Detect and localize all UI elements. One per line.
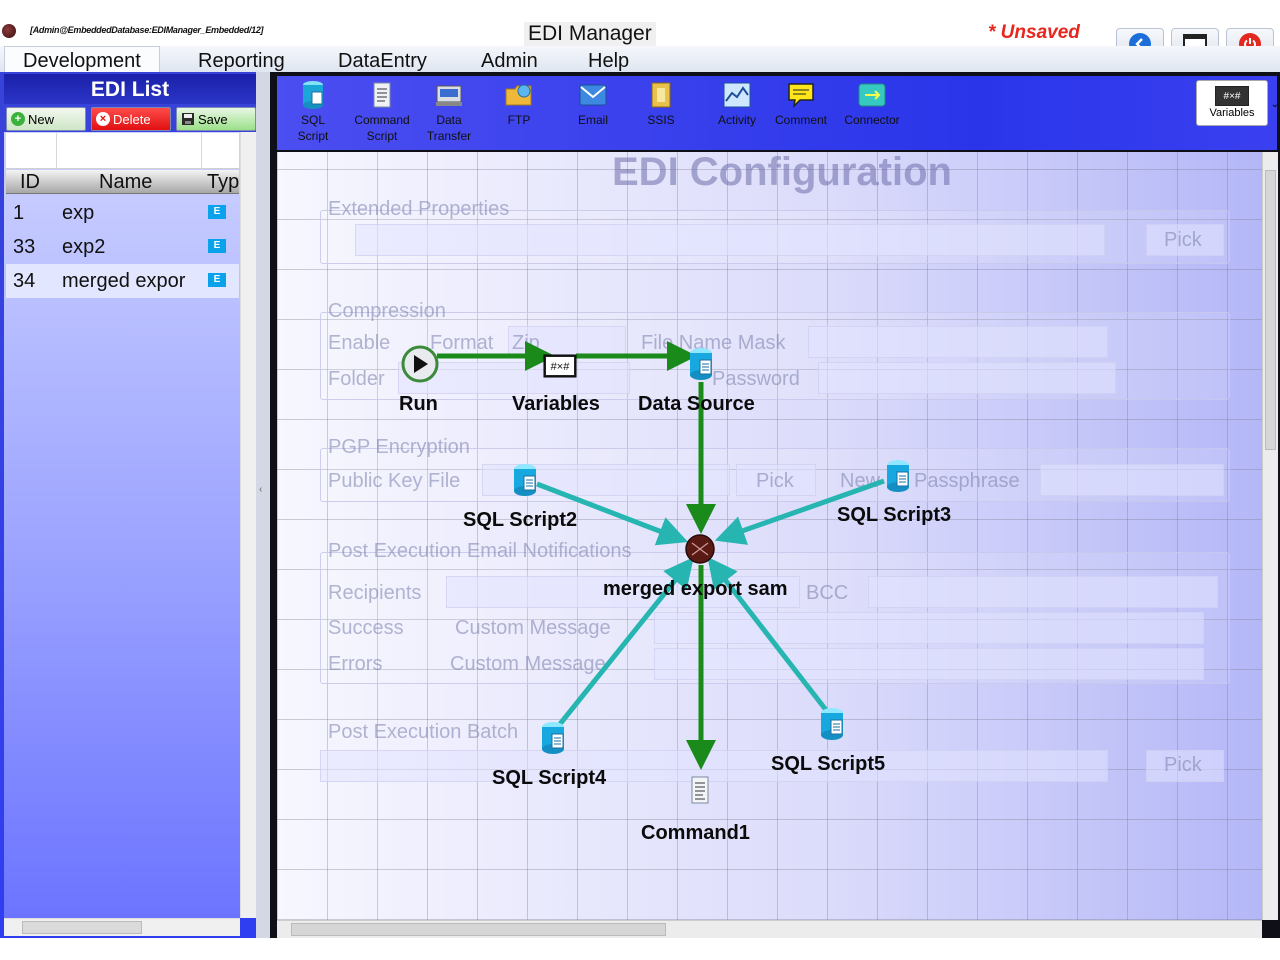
flow-links: #×# xyxy=(401,341,885,770)
node-label-run: Run xyxy=(399,393,438,415)
node-label-command1: Command1 xyxy=(641,822,750,844)
scroll-thumb[interactable] xyxy=(291,923,666,936)
node-label-sql-script3: SQL Script3 xyxy=(837,504,952,526)
node-label-data-source: Data Source xyxy=(638,393,755,415)
database-icon[interactable] xyxy=(540,721,566,755)
node-label-hub: merged export sam xyxy=(603,578,788,600)
run-node[interactable] xyxy=(401,345,439,383)
svg-text:#×#: #×# xyxy=(551,361,571,373)
variables-node[interactable]: #×# xyxy=(543,354,577,378)
canvas-horizontal-scrollbar[interactable] xyxy=(277,920,1262,938)
node-label-sql-script2: SQL Script2 xyxy=(463,509,578,531)
database-icon[interactable] xyxy=(512,463,538,497)
database-icon[interactable] xyxy=(885,459,911,493)
node-label-variables: Variables xyxy=(512,393,600,415)
database-icon[interactable] xyxy=(819,707,845,741)
scroll-thumb[interactable] xyxy=(1265,170,1276,450)
script-icon[interactable] xyxy=(686,774,714,808)
node-label-sql-script5: SQL Script5 xyxy=(771,753,886,775)
database-icon[interactable] xyxy=(688,347,714,381)
canvas-vertical-scrollbar[interactable] xyxy=(1262,152,1278,920)
hub-node[interactable] xyxy=(685,534,715,564)
edi-manager-window: [Admin@EmbeddedDatabase:EDIManager_Embed… xyxy=(0,0,1280,960)
node-label-sql-script4: SQL Script4 xyxy=(492,767,607,789)
